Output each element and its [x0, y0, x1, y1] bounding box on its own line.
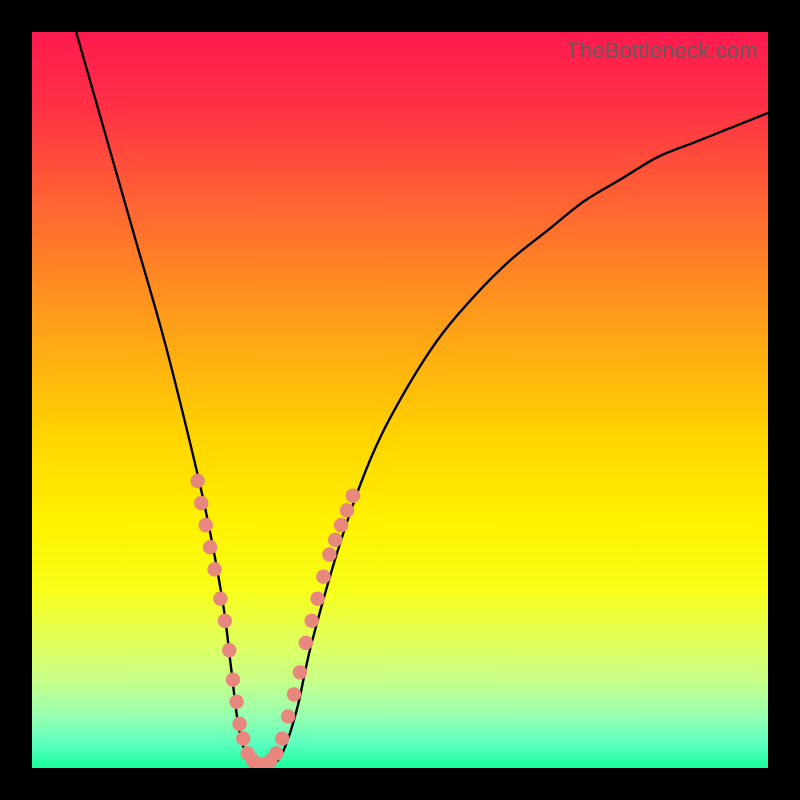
data-marker — [203, 540, 217, 554]
data-marker — [281, 709, 295, 723]
data-marker — [287, 687, 301, 701]
data-marker — [229, 695, 243, 709]
data-marker — [199, 518, 213, 532]
chart-frame: TheBottleneck.com — [0, 0, 800, 800]
data-marker — [346, 488, 360, 502]
data-marker — [232, 717, 246, 731]
data-marker — [194, 496, 208, 510]
data-marker — [190, 474, 204, 488]
chart-svg — [32, 32, 768, 768]
data-marker — [269, 746, 283, 760]
data-marker — [236, 731, 250, 745]
data-marker — [293, 665, 307, 679]
data-marker — [218, 614, 232, 628]
data-marker — [207, 562, 221, 576]
watermark-text: TheBottleneck.com — [566, 38, 758, 64]
data-marker — [322, 547, 336, 561]
plot-area: TheBottleneck.com — [32, 32, 768, 768]
data-markers — [190, 474, 360, 768]
data-marker — [275, 731, 289, 745]
data-marker — [310, 592, 324, 606]
data-marker — [222, 643, 236, 657]
data-marker — [213, 592, 227, 606]
data-marker — [226, 672, 240, 686]
data-marker — [340, 503, 354, 517]
bottleneck-curve — [76, 32, 768, 768]
data-marker — [334, 518, 348, 532]
data-marker — [328, 533, 342, 547]
data-marker — [316, 569, 330, 583]
data-marker — [304, 614, 318, 628]
data-marker — [299, 636, 313, 650]
